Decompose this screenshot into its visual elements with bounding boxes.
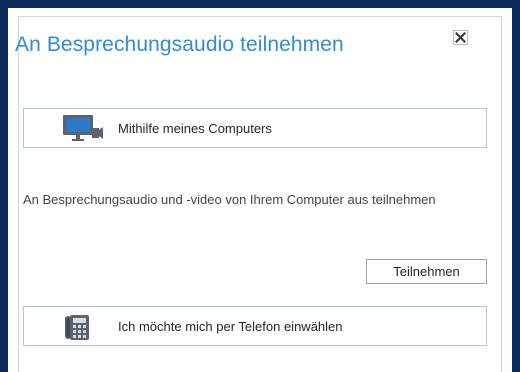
dial-in-by-phone-button[interactable]: Ich möchte mich per Telefon einwählen (23, 306, 487, 346)
join-button[interactable]: Teilnehmen (366, 259, 487, 284)
desk-phone-icon (65, 315, 89, 340)
join-by-computer-label: Mithilfe meines Computers (118, 121, 272, 136)
close-icon (455, 32, 466, 43)
monitor-camera-icon (63, 115, 103, 141)
window-frame-left (0, 0, 8, 372)
join-by-computer-button[interactable]: Mithilfe meines Computers (23, 108, 487, 148)
computer-option-description: An Besprechungsaudio und -video von Ihre… (23, 192, 436, 207)
page: An Besprechungsaudio teilnehmen Mithilfe… (0, 0, 520, 372)
close-button[interactable] (453, 30, 468, 45)
dial-in-by-phone-label: Ich möchte mich per Telefon einwählen (118, 319, 343, 334)
window-frame-top (0, 0, 520, 8)
dialog-title: An Besprechungsaudio teilnehmen (15, 33, 344, 56)
window-frame-right (512, 0, 520, 372)
